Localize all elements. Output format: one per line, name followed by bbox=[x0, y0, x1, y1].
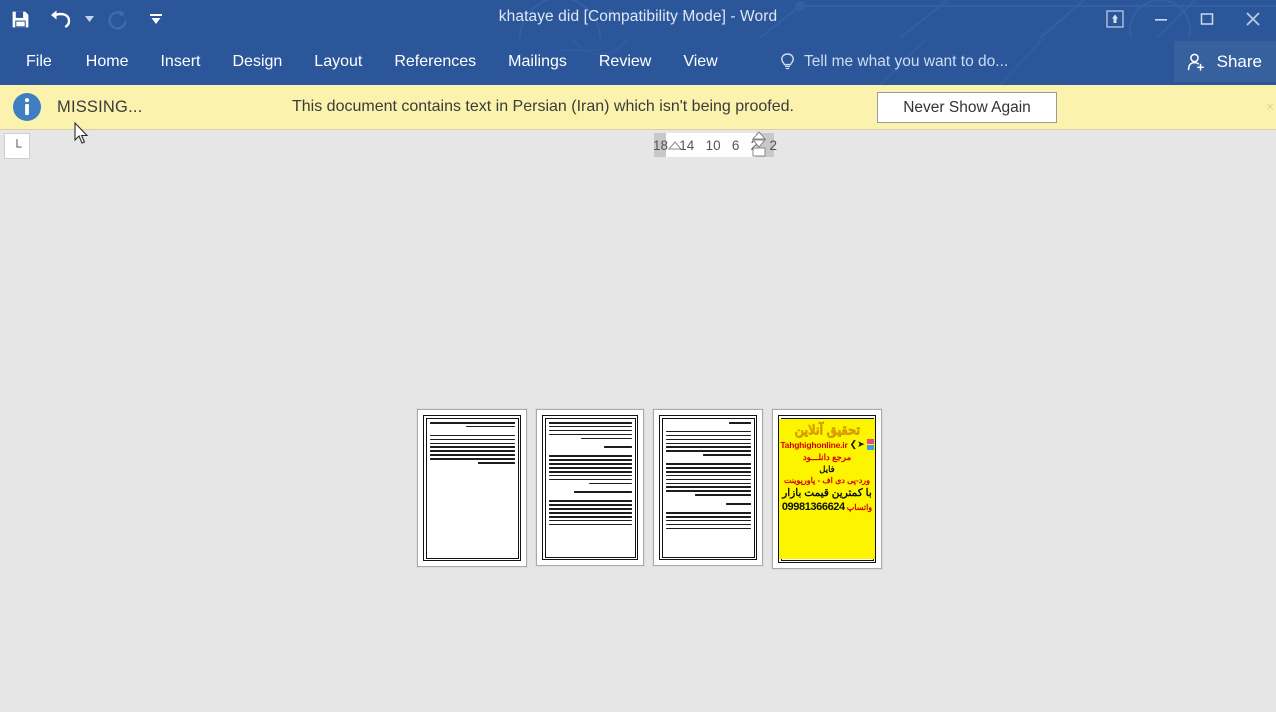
ad-thumbnail-chips bbox=[866, 439, 874, 450]
ad-line-3: ورد-پی دی اف - پاورپوینت bbox=[784, 476, 870, 485]
chevron-down-icon bbox=[84, 16, 94, 22]
tab-insert-label: Insert bbox=[160, 52, 201, 70]
page-thumbnail-4[interactable]: تحقیق آنلاین Tahghighonline.ir ❮➤ مرجع د… bbox=[772, 409, 882, 569]
ad-url-row: Tahghighonline.ir ❮➤ bbox=[780, 439, 874, 450]
share-person-icon bbox=[1187, 53, 1204, 71]
ad-phone-number: 09981366624 bbox=[781, 501, 845, 513]
tab-references-label: References bbox=[394, 52, 477, 70]
undo-icon bbox=[51, 10, 71, 28]
redo-button[interactable] bbox=[98, 0, 138, 38]
tab-layout-label: Layout bbox=[314, 52, 363, 70]
left-indent-marker bbox=[752, 147, 766, 157]
message-close-icon[interactable]: × bbox=[1266, 99, 1274, 114]
page-thumbnail-2[interactable] bbox=[536, 409, 644, 566]
page-thumbnail-3[interactable] bbox=[653, 409, 763, 566]
tab-mailings[interactable]: Mailings bbox=[492, 38, 583, 85]
page-3-content bbox=[666, 422, 751, 531]
redo-icon bbox=[108, 10, 127, 30]
ad-line-4: با کمترین قیمت بازار bbox=[782, 487, 872, 499]
share-label: Share bbox=[1216, 51, 1262, 71]
tell-me-search[interactable]: Tell me what you want to do... bbox=[780, 38, 1008, 85]
info-icon bbox=[13, 93, 41, 121]
tab-insert[interactable]: Insert bbox=[144, 38, 216, 85]
tab-design-label: Design bbox=[232, 52, 283, 70]
close-icon bbox=[1246, 12, 1260, 26]
word-window: khataye did [Compatibility Mode] - Word bbox=[0, 0, 1276, 712]
message-bar: MISSING... This document contains text i… bbox=[0, 85, 1276, 130]
ribbon-tabs: File Home Insert Design Layout Reference… bbox=[0, 38, 734, 85]
tab-review[interactable]: Review bbox=[583, 38, 667, 85]
arrow-left-icon: ❮➤ bbox=[849, 439, 865, 449]
minimize-icon bbox=[1155, 19, 1167, 21]
ad-phone-row: واتساپ 09981366624 bbox=[782, 501, 872, 513]
message-text: This document contains text in Persian (… bbox=[292, 98, 794, 115]
mouse-cursor bbox=[74, 122, 89, 144]
share-button[interactable]: Share bbox=[1173, 41, 1276, 82]
window-title: khataye did [Compatibility Mode] - Word bbox=[498, 8, 778, 25]
save-button[interactable] bbox=[0, 0, 40, 38]
customize-qat-button[interactable] bbox=[138, 0, 174, 38]
tab-mailings-label: Mailings bbox=[508, 52, 567, 70]
tell-me-label: Tell me what you want to do... bbox=[804, 52, 1009, 70]
tab-layout[interactable]: Layout bbox=[298, 38, 378, 85]
undo-dropdown-button[interactable] bbox=[80, 0, 98, 38]
ad-title: تحقیق آنلاین bbox=[794, 422, 860, 437]
tab-references[interactable]: References bbox=[378, 38, 492, 85]
window-controls bbox=[1092, 0, 1276, 38]
ad-chip-2 bbox=[866, 445, 874, 450]
title-bar: khataye did [Compatibility Mode] - Word bbox=[0, 0, 1276, 38]
minimize-button[interactable] bbox=[1138, 0, 1184, 38]
ad-whatsapp-label: واتساپ bbox=[846, 503, 873, 512]
quick-access-toolbar bbox=[0, 0, 174, 38]
ad-line-2: فایل bbox=[819, 464, 835, 474]
message-status: MISSING... bbox=[57, 97, 143, 116]
tab-review-label: Review bbox=[598, 52, 652, 70]
ad-line-1: مرجع دانلـــود bbox=[802, 452, 852, 462]
tab-file[interactable]: File bbox=[0, 38, 70, 85]
restore-button[interactable] bbox=[1184, 0, 1230, 38]
ribbon-tab-bar: File Home Insert Design Layout Reference… bbox=[0, 38, 1276, 85]
page-1-content bbox=[430, 422, 515, 466]
page-thumbnail-1[interactable] bbox=[417, 409, 527, 567]
restore-icon bbox=[1200, 13, 1214, 25]
tab-stop-selector-button[interactable]: └ bbox=[4, 133, 30, 159]
tab-design[interactable]: Design bbox=[216, 38, 298, 85]
never-show-again-button[interactable]: Never Show Again bbox=[877, 92, 1057, 123]
ruler-indent-markers[interactable] bbox=[655, 131, 780, 159]
close-button[interactable] bbox=[1230, 0, 1276, 38]
ribbon-display-options-icon bbox=[1106, 10, 1124, 28]
document-workspace[interactable]: تحقیق آنلاین Tahghighonline.ir ❮➤ مرجع د… bbox=[0, 159, 1276, 712]
ad-chip-1 bbox=[866, 439, 874, 444]
tab-home-label: Home bbox=[85, 52, 129, 70]
lightbulb-icon bbox=[781, 52, 794, 69]
page-thumbnails: تحقیق آنلاین Tahghighonline.ir ❮➤ مرجع د… bbox=[417, 409, 882, 569]
ad-url: Tahghighonline.ir bbox=[780, 439, 848, 450]
tab-home[interactable]: Home bbox=[70, 38, 145, 85]
hanging-indent-marker bbox=[751, 139, 767, 148]
tab-file-label: File bbox=[26, 52, 52, 70]
customize-qat-icon bbox=[150, 14, 162, 24]
ribbon-display-options-button[interactable] bbox=[1092, 0, 1138, 38]
first-line-indent-marker bbox=[667, 141, 683, 150]
page-2-content bbox=[549, 422, 632, 528]
save-icon bbox=[12, 11, 28, 27]
titlebar-decoration bbox=[519, 0, 1276, 38]
right-indent-marker bbox=[751, 131, 767, 140]
tab-view-label: View bbox=[683, 52, 718, 70]
tab-view[interactable]: View bbox=[667, 38, 733, 85]
undo-button[interactable] bbox=[40, 0, 80, 38]
advertisement-block: تحقیق آنلاین Tahghighonline.ir ❮➤ مرجع د… bbox=[779, 419, 875, 559]
